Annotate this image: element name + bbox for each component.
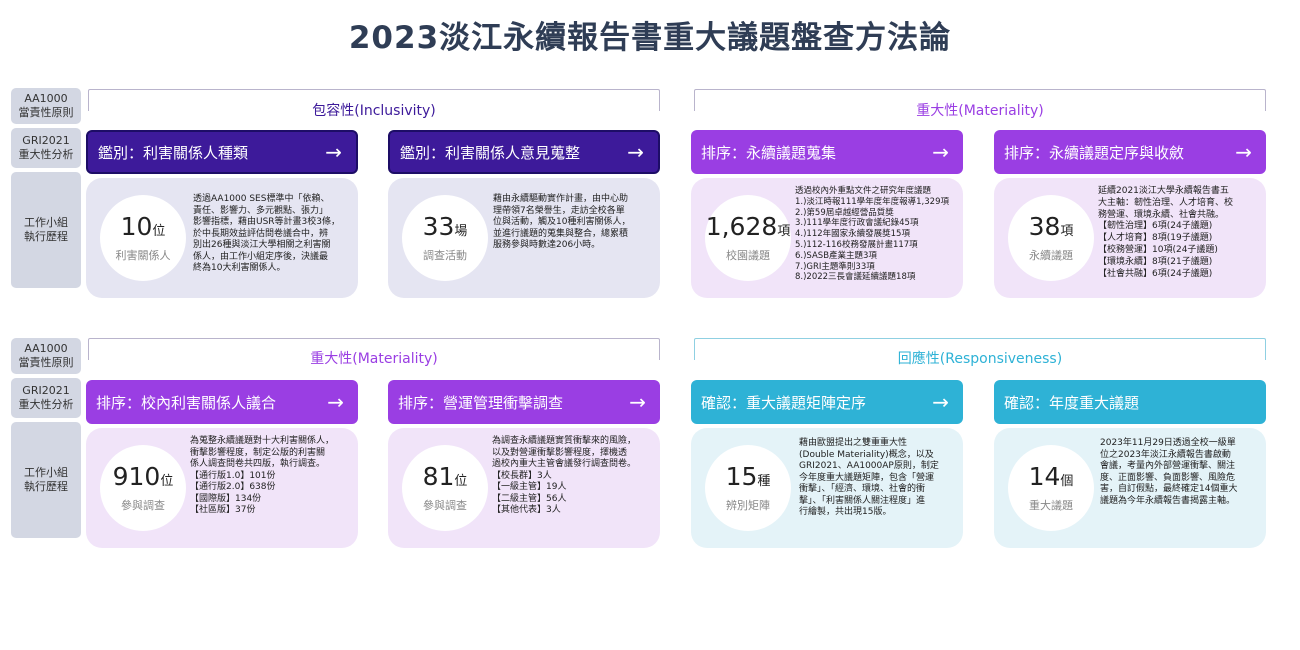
stat-circle: 38項 永續議題 <box>1008 195 1094 281</box>
row-label-text: AA1000 當責性原則 <box>18 342 74 369</box>
stat-unit: 位 <box>152 224 166 239</box>
arrow-right-icon: → <box>325 140 342 164</box>
stat-caption: 重大議題 <box>1029 499 1073 512</box>
step-header-issue-ordering: 排序：永續議題定序與收斂 → <box>994 130 1266 174</box>
arrow-right-icon: → <box>932 140 949 164</box>
step-card: 14個 重大議題 2023年11月29日透過全校一級單 位之2023年淡江永續報… <box>994 428 1266 548</box>
stat-unit: 位 <box>160 474 174 489</box>
row-label-work: 工作小組 執行歷程 <box>11 422 81 538</box>
step-header-stakeholder-engagement: 排序：校內利害關係人議合 → <box>86 380 358 424</box>
stat-caption: 校園議題 <box>726 249 770 262</box>
step-header-annual-material-issues: 確認：年度重大議題 <box>994 380 1266 424</box>
row-label-text: 工作小組 執行歷程 <box>24 466 68 493</box>
row-label-gri: GRI2021 重大性分析 <box>11 128 81 168</box>
step-description: 為蒐整永續議題對十大利害關係人， 衝擊影響程度，制定公版的利害關 係人調查問卷共… <box>190 436 335 515</box>
arrow-right-icon: → <box>627 140 644 164</box>
step-description: 藉由永續驅動實作計畫，由中心助 理帶領7名榮譽生，走訪全校各單 位與活動，觸及1… <box>493 194 631 250</box>
step-header-label: 排序：校內利害關係人議合 <box>96 393 277 412</box>
step-header-label: 鑑別：利害關係人意見蒐整 <box>400 143 581 162</box>
row-label-principle: AA1000 當責性原則 <box>11 338 81 374</box>
step-card: 15種 辨別矩陣 藉由歐盟提出之雙重重大性 (Double Materialit… <box>691 428 963 548</box>
stat-caption: 永續議題 <box>1029 249 1073 262</box>
stat-circle: 1,628項 校園議題 <box>705 195 791 281</box>
step-card: 910位 參與調查 為蒐整永續議題對十大利害關係人， 衝擊影響程度，制定公版的利… <box>86 428 358 548</box>
arrow-right-icon: → <box>629 390 646 414</box>
row-label-text: 工作小組 執行歷程 <box>24 216 68 243</box>
stat-number: 15 <box>725 462 758 491</box>
stat-circle: 910位 參與調查 <box>100 445 186 531</box>
row-label-principle: AA1000 當責性原則 <box>11 88 81 124</box>
step-header-label: 確認：重大議題矩陣定序 <box>701 393 867 412</box>
stat-number-line: 38項 <box>1029 213 1074 246</box>
stat-caption: 調查活動 <box>423 249 467 262</box>
stat-caption: 利害關係人 <box>115 249 171 262</box>
stat-number: 910 <box>112 462 161 491</box>
stat-unit: 場 <box>454 224 468 239</box>
stat-number-line: 14個 <box>1029 463 1074 496</box>
stat-circle: 33場 調查活動 <box>402 195 488 281</box>
principle-materiality: 重大性(Materiality) <box>310 351 438 367</box>
stat-circle: 10位 利害關係人 <box>100 195 186 281</box>
step-card: 38項 永續議題 延續2021淡江大學永續報告書五 大主軸：韌性治理、人才培育、… <box>994 178 1266 298</box>
stat-caption: 辨別矩陣 <box>726 499 770 512</box>
principle-responsiveness: 回應性(Responsiveness) <box>897 351 1063 367</box>
stat-number: 14 <box>1028 462 1061 491</box>
stat-number-line: 81位 <box>423 463 468 496</box>
step-header-label: 確認：年度重大議題 <box>1004 393 1140 412</box>
principle-materiality: 重大性(Materiality) <box>916 103 1044 119</box>
stat-number-line: 10位 <box>121 213 166 246</box>
stat-number-line: 910位 <box>113 463 174 496</box>
step-header-label: 鑑別：利害關係人種類 <box>98 143 249 162</box>
principle-inclusivity: 包容性(Inclusivity) <box>312 103 436 119</box>
row-label-text: AA1000 當責性原則 <box>18 92 74 119</box>
stat-circle: 81位 參與調查 <box>402 445 488 531</box>
stat-caption: 參與調查 <box>423 499 467 512</box>
step-card: 10位 利害關係人 透過AA1000 SES標準中「依賴、 責任、影響力、多元觀… <box>86 178 358 298</box>
step-card: 33場 調查活動 藉由永續驅動實作計畫，由中心助 理帶領7名榮譽生，走訪全校各單… <box>388 178 660 298</box>
step-header-stakeholder-types: 鑑別：利害關係人種類 → <box>86 130 358 174</box>
stat-number-line: 33場 <box>423 213 468 246</box>
step-header-label: 排序：營運管理衝擊調查 <box>398 393 564 412</box>
stat-unit: 種 <box>757 474 771 489</box>
stat-unit: 位 <box>454 474 468 489</box>
step-header-label: 排序：永續議題蒐集 <box>701 143 837 162</box>
stat-circle: 14個 重大議題 <box>1008 445 1094 531</box>
stat-circle: 15種 辨別矩陣 <box>705 445 791 531</box>
step-header-matrix-ordering: 確認：重大議題矩陣定序 → <box>691 380 963 424</box>
step-description: 延續2021淡江大學永續報告書五 大主軸：韌性治理、人才培育、校 務營運、環境永… <box>1098 186 1234 279</box>
stat-number: 33 <box>422 212 455 241</box>
stat-number: 81 <box>422 462 455 491</box>
stat-unit: 個 <box>1060 474 1074 489</box>
stat-number-line: 15種 <box>726 463 771 496</box>
stat-number: 10 <box>120 212 153 241</box>
stat-number-line: 1,628項 <box>706 213 791 246</box>
arrow-right-icon: → <box>932 390 949 414</box>
arrow-right-icon: → <box>1235 140 1252 164</box>
stat-unit: 項 <box>1060 224 1074 239</box>
stat-number: 38 <box>1028 212 1061 241</box>
step-card: 1,628項 校園議題 透過校內外重點文件之研究年度議題 1.)淡江時報111學… <box>691 178 963 298</box>
arrow-right-icon: → <box>327 390 344 414</box>
step-header-issue-collection: 排序：永續議題蒐集 → <box>691 130 963 174</box>
step-description: 藉由歐盟提出之雙重重大性 (Double Materiality)概念，以及 G… <box>799 438 939 517</box>
row-label-gri: GRI2021 重大性分析 <box>11 378 81 418</box>
stat-number: 1,628 <box>705 212 778 241</box>
step-description: 透過校內外重點文件之研究年度議題 1.)淡江時報111學年度年度報導1,329項… <box>795 186 949 283</box>
step-card: 81位 參與調查 為調查永續議題實質衝擊來的風險， 以及對營運衝擊影響程度，擇機… <box>388 428 660 548</box>
stat-caption: 參與調查 <box>121 499 165 512</box>
step-description: 2023年11月29日透過全校一級單 位之2023年淡江永續報告書啟動 會議，考… <box>1100 438 1238 506</box>
row-label-text: GRI2021 重大性分析 <box>18 384 74 411</box>
step-description: 為調查永續議題實質衝擊來的風險， 以及對營運衝擊影響程度，擇機透 過校內重大主管… <box>492 436 637 515</box>
step-header-label: 排序：永續議題定序與收斂 <box>1004 143 1185 162</box>
page-title: 2023淡江永續報告書重大議題盤查方法論 <box>348 20 952 56</box>
row-label-work: 工作小組 執行歷程 <box>11 172 81 288</box>
step-header-operational-impact: 排序：營運管理衝擊調查 → <box>388 380 660 424</box>
row-label-text: GRI2021 重大性分析 <box>18 134 74 161</box>
step-description: 透過AA1000 SES標準中「依賴、 責任、影響力、多元觀點、張力」 影響指標… <box>193 194 341 273</box>
stat-unit: 項 <box>777 224 791 239</box>
step-header-stakeholder-opinions: 鑑別：利害關係人意見蒐整 → <box>388 130 660 174</box>
